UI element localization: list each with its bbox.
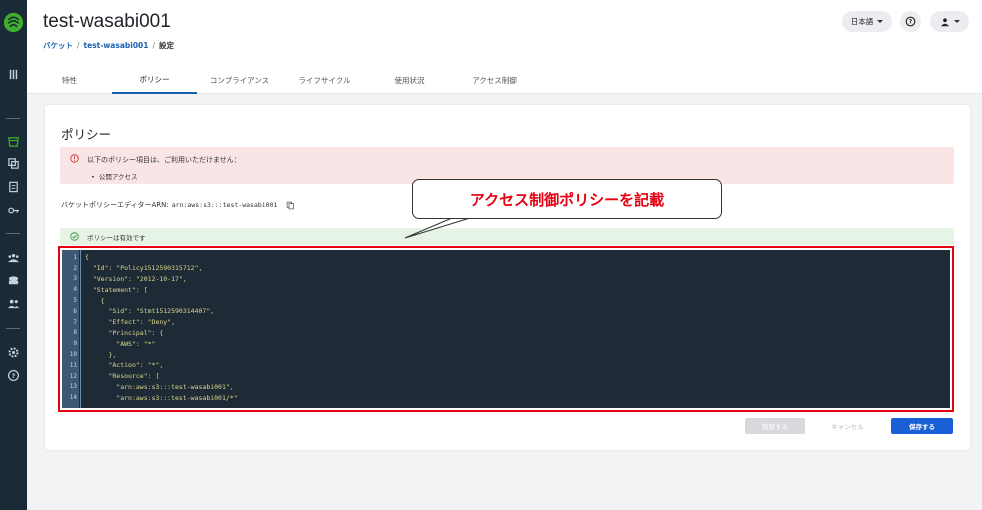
arn-label: バケットポリシーエディターARN:	[61, 201, 169, 209]
copy-objects-icon[interactable]	[6, 156, 21, 171]
line-number: 10	[69, 351, 77, 359]
code-line: 4 "Statement": [	[62, 284, 950, 295]
user-icon	[940, 17, 949, 26]
breadcrumb: バケット / test-wasabi001 / 設定	[43, 40, 175, 51]
svg-text:?: ?	[12, 372, 16, 380]
line-number: 8	[73, 329, 77, 337]
language-label: 日本語	[850, 17, 874, 26]
line-number: 13	[69, 383, 77, 391]
code-text: "Effect": "Deny",	[85, 318, 176, 327]
breadcrumb-buckets[interactable]: バケット	[43, 40, 73, 51]
code-line: 14 "arn:aws:s3:::test-wasabi001/*"	[62, 392, 950, 403]
code-line: 5 {	[62, 295, 950, 306]
line-number: 1	[73, 253, 77, 261]
arn-row: バケットポリシーエディターARN: arn:aws:s3:::test-wasa…	[61, 200, 295, 210]
line-number: 5	[73, 297, 77, 305]
tab-policy[interactable]: ポリシー	[112, 66, 197, 94]
tab-lifecycle[interactable]: ライフサイクル	[282, 66, 367, 94]
line-number: 6	[73, 307, 77, 315]
breadcrumb-current: 設定	[159, 41, 175, 50]
tab-usage[interactable]: 使用状況	[367, 66, 452, 94]
menu-icon[interactable]	[6, 67, 21, 82]
code-line: 11 "Action": "*",	[62, 360, 950, 371]
code-text: "arn:aws:s3:::test-wasabi001/*"	[85, 393, 238, 402]
alert-message: 以下のポリシー項目は、ご利用いただけません：	[87, 156, 241, 164]
chevron-down-icon	[953, 20, 960, 23]
users-icon[interactable]	[6, 296, 21, 311]
code-line: 2 "Id": "Policy1512590315712",	[62, 263, 950, 274]
section-title: ポリシー	[61, 127, 112, 142]
code-line: 9 "AWS": "*"	[62, 338, 950, 349]
code-line: 3 "Version": "2012-10-17",	[62, 274, 950, 285]
code-text: "Action": "*",	[85, 361, 164, 370]
check-circle-icon	[70, 232, 79, 241]
code-text: "Statement": [	[85, 285, 148, 294]
cancel-button[interactable]: キャンセル	[815, 418, 880, 434]
wasabi-logo-icon[interactable]	[3, 12, 24, 33]
code-text: "Principal": {	[85, 328, 164, 337]
help-circle-icon: ?	[905, 16, 916, 27]
clipboard-icon[interactable]	[6, 179, 21, 194]
tab-access-control[interactable]: アクセス制御	[452, 66, 537, 94]
alert-list-item: 公開アクセス	[91, 171, 138, 181]
bucket-icon[interactable]	[6, 134, 21, 149]
code-text: "Version": "2012-10-17",	[85, 274, 187, 283]
valid-message: ポリシーは有効です	[87, 234, 146, 242]
code-text: "AWS": "*"	[85, 339, 156, 348]
line-number: 3	[73, 275, 77, 283]
code-line: 8 "Principal": {	[62, 328, 950, 339]
line-number: 7	[73, 318, 77, 326]
code-text: {	[85, 296, 105, 305]
line-number: 12	[69, 372, 77, 380]
annotation-highlight-box: 1{2 "Id": "Policy1512590315712", 3 "Versi…	[58, 246, 954, 412]
groups-icon[interactable]	[6, 250, 21, 265]
settings-gear-icon[interactable]	[6, 345, 21, 360]
sidebar: ?	[0, 0, 27, 510]
tab-bar: 特性 ポリシー コンプライアンス ライフサイクル 使用状況 アクセス制御	[27, 66, 982, 94]
policy-code-editor[interactable]: 1{2 "Id": "Policy1512590315712", 3 "Versi…	[62, 250, 950, 408]
page-title: test-wasabi001	[43, 11, 171, 32]
breadcrumb-bucket[interactable]: test-wasabi001	[84, 41, 149, 50]
code-line: 7 "Effect": "Deny",	[62, 317, 950, 328]
code-text: "Resource": [	[85, 372, 160, 381]
code-text: },	[85, 350, 117, 359]
storage-icon[interactable]	[6, 273, 21, 288]
code-text: {	[85, 253, 89, 262]
policy-card: ポリシー 以下のポリシー項目は、ご利用いただけません： 公開アクセス バケットポ…	[45, 105, 970, 450]
page-header: test-wasabi001 バケット / test-wasabi001 / 設…	[27, 0, 982, 94]
line-number: 2	[73, 264, 77, 272]
valid-banner: ポリシーは有効です	[60, 228, 954, 245]
delete-button[interactable]: 削除する	[745, 418, 805, 434]
arn-value: arn:aws:s3:::test-wasabi001	[171, 201, 278, 209]
annotation-callout: アクセス制御ポリシーを記載	[412, 179, 722, 219]
code-line: 6 "Sid": "Stmt1512590314407",	[62, 306, 950, 317]
line-number: 11	[69, 361, 77, 369]
code-text: "arn:aws:s3:::test-wasabi001",	[85, 382, 234, 391]
code-lines: 1{2 "Id": "Policy1512590315712", 3 "Versi…	[62, 252, 950, 403]
help-icon[interactable]: ?	[6, 368, 21, 383]
svg-text:?: ?	[909, 20, 913, 26]
tab-compliance[interactable]: コンプライアンス	[197, 66, 282, 94]
line-number: 14	[69, 394, 77, 402]
code-text: "Sid": "Stmt1512590314407",	[85, 307, 215, 316]
user-menu-button[interactable]	[930, 11, 969, 32]
language-select[interactable]: 日本語	[842, 11, 892, 32]
tab-properties[interactable]: 特性	[27, 66, 112, 94]
line-number: 4	[73, 286, 77, 294]
code-line: 13 "arn:aws:s3:::test-wasabi001",	[62, 382, 950, 393]
copy-icon[interactable]	[286, 201, 295, 210]
line-number: 9	[73, 340, 77, 348]
code-line: 10 },	[62, 349, 950, 360]
save-button[interactable]: 保存する	[891, 418, 953, 434]
key-icon[interactable]	[6, 203, 21, 218]
code-line: 1{	[62, 252, 950, 263]
chevron-down-icon	[877, 20, 884, 23]
help-button[interactable]: ?	[900, 11, 921, 32]
code-text: "Id": "Policy1512590315712",	[85, 264, 203, 273]
error-circle-icon	[70, 154, 79, 163]
code-line: 12 "Resource": [	[62, 371, 950, 382]
